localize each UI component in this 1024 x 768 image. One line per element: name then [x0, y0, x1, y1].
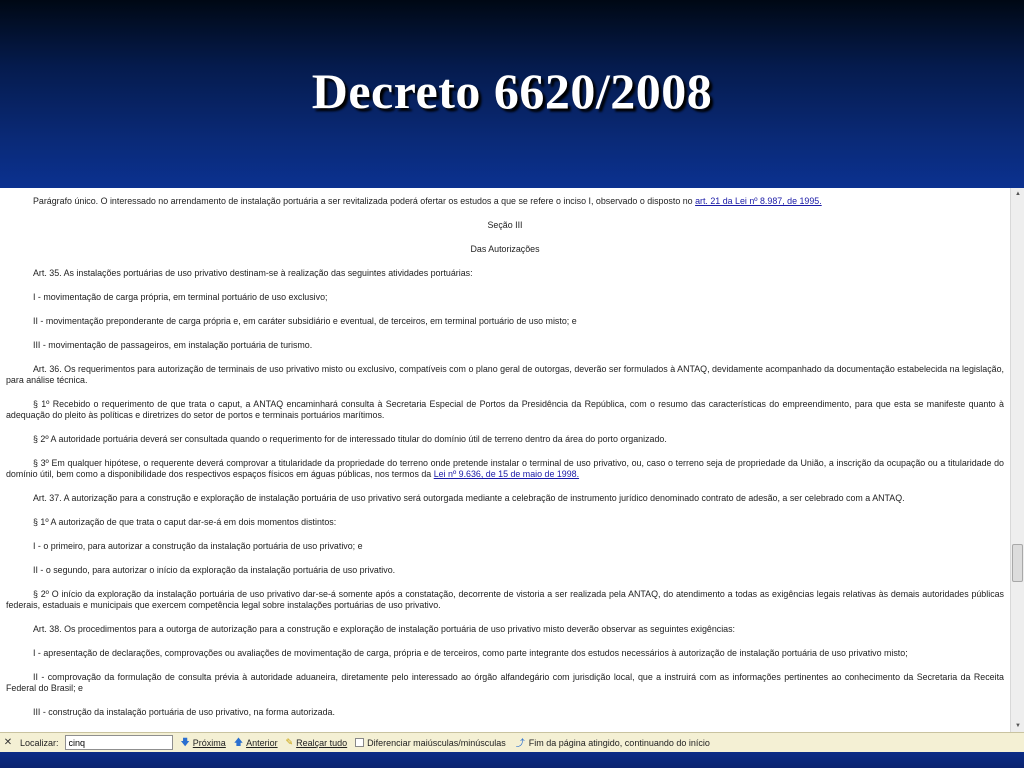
find-bar: ✕ Localizar: 🡇 Próxima 🡅 Anterior ✎ Real…	[0, 732, 1024, 752]
document-paragraph: II - movimentação preponderante de carga…	[6, 316, 1004, 327]
paragraph-text: § 2º O início da exploração da instalaçã…	[6, 589, 1004, 610]
document-paragraph: § 1º A autorização de que trata o caput …	[6, 517, 1004, 528]
match-case-label: Diferenciar maiúsculas/minúsculas	[367, 737, 506, 748]
close-icon[interactable]: ✕	[0, 737, 16, 748]
find-next-label: Próxima	[192, 737, 226, 748]
vertical-scrollbar[interactable]: ▲ ▼	[1010, 188, 1024, 732]
wrap-around-icon: ⤴	[515, 738, 525, 748]
find-label: Localizar:	[20, 737, 59, 748]
section-heading: Seção III	[6, 220, 1004, 231]
document-paragraph: Art. 38. Os procedimentos para a outorga…	[6, 624, 1004, 635]
paragraph-text: II - comprovação da formulação de consul…	[6, 672, 1004, 693]
law-link[interactable]: Lei nº 9.636, de 15 de maio de 1998.	[434, 469, 579, 479]
find-previous-label: Anterior	[246, 737, 278, 748]
match-case-checkbox[interactable]: Diferenciar maiúsculas/minúsculas	[355, 738, 506, 748]
section-heading: Das Autorizações	[6, 244, 1004, 255]
scroll-down-icon[interactable]: ▼	[1011, 720, 1024, 732]
document-paragraph: I - movimentação de carga própria, em te…	[6, 292, 1004, 303]
document-paragraph: § 3º Em qualquer hipótese, o requerente …	[6, 458, 1004, 480]
match-case-box[interactable]	[355, 738, 365, 747]
paragraph-text: Art. 35. As instalações portuárias de us…	[33, 268, 473, 278]
highlighter-icon: ✎	[285, 737, 294, 747]
document-paragraph: III - movimentação de passageiros, em in…	[6, 340, 1004, 351]
paragraph-text: § 1º A autorização de que trata o caput …	[33, 517, 337, 527]
law-link[interactable]: art. 21 da Lei nº 8.987, de 1995.	[695, 196, 822, 206]
scroll-thumb[interactable]	[1012, 544, 1023, 582]
find-status: ⤴ Fim da página atingido, continuando do…	[516, 736, 710, 749]
document-paragraph: § 2º O início da exploração da instalaçã…	[6, 589, 1004, 611]
arrow-up-icon: 🡅	[233, 736, 244, 747]
paragraph-text: III - construção da instalação portuária…	[33, 707, 335, 717]
document-paragraph: III - construção da instalação portuária…	[6, 707, 1004, 718]
document-paragraph: § 1º Recebido o requerimento de que trat…	[6, 399, 1004, 421]
highlight-all-label: Realçar tudo	[296, 737, 348, 748]
scroll-up-icon[interactable]: ▲	[1011, 188, 1024, 200]
highlight-all-button[interactable]: ✎ Realçar tudo	[286, 737, 348, 748]
document-paragraph: II - o segundo, para autorizar o início …	[6, 565, 1004, 576]
document-paragraph: Art. 36. Os requerimentos para autorizaç…	[6, 364, 1004, 386]
slide-title: Decreto 6620/2008	[311, 63, 713, 119]
slide-footer	[0, 752, 1024, 768]
document-paragraph: Art. 37. A autorização para a construção…	[6, 493, 1004, 504]
paragraph-text: Art. 37. A autorização para a construção…	[33, 493, 905, 503]
arrow-down-icon: 🡇	[180, 736, 190, 747]
paragraph-text: III - movimentação de passageiros, em in…	[33, 340, 313, 350]
slide-header: Decreto 6620/2008	[0, 0, 1024, 188]
browser-viewport: Parágrafo único. O interessado no arrend…	[0, 188, 1024, 732]
document-paragraph: Art. 35. As instalações portuárias de us…	[6, 268, 1004, 279]
paragraph-text: II - o segundo, para autorizar o início …	[33, 565, 396, 575]
paragraph-text: Art. 36. Os requerimentos para autorizaç…	[6, 364, 1004, 385]
paragraph-text: I - o primeiro, para autorizar a constru…	[33, 541, 363, 551]
document-paragraph: II - comprovação da formulação de consul…	[6, 672, 1004, 694]
paragraph-text: Das Autorizações	[470, 244, 540, 254]
find-previous-button[interactable]: 🡅 Anterior	[234, 735, 278, 751]
paragraph-text: I - movimentação de carga própria, em te…	[33, 292, 328, 302]
paragraph-text: Seção III	[487, 220, 523, 230]
document-paragraph: § 2º A autoridade portuária deverá ser c…	[6, 434, 1004, 445]
paragraph-text: Parágrafo único. O interessado no arrend…	[33, 196, 696, 206]
document-content: Parágrafo único. O interessado no arrend…	[0, 188, 1010, 732]
document-paragraph: Parágrafo único. O interessado no arrend…	[6, 196, 1004, 207]
paragraph-text: I - apresentação de declarações, comprov…	[33, 648, 908, 658]
paragraph-text: § 1º Recebido o requerimento de que trat…	[6, 399, 1004, 420]
find-status-text: Fim da página atingido, continuando do i…	[528, 737, 710, 748]
find-next-button[interactable]: 🡇 Próxima	[181, 735, 226, 751]
document-paragraph: I - apresentação de declarações, comprov…	[6, 648, 1004, 659]
paragraph-text: Art. 38. Os procedimentos para a outorga…	[33, 624, 736, 634]
paragraph-text: II - movimentação preponderante de carga…	[33, 316, 577, 326]
find-input[interactable]	[64, 735, 173, 750]
paragraph-text: § 2º A autoridade portuária deverá ser c…	[33, 434, 667, 444]
document-paragraph: I - o primeiro, para autorizar a constru…	[6, 541, 1004, 552]
